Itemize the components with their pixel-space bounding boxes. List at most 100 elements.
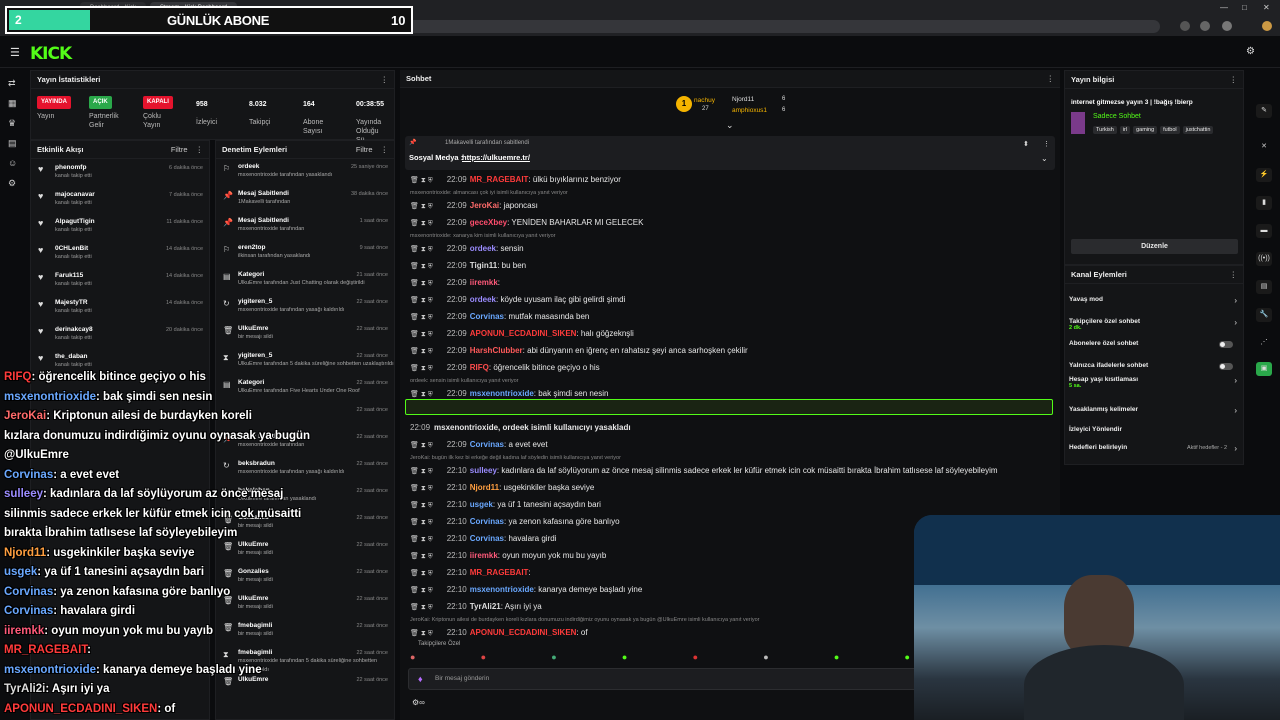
mod-tools-icon[interactable]: 🗑 ⧗ ⛨ xyxy=(410,553,433,560)
edit-icon[interactable]: ✎ xyxy=(1256,104,1272,118)
chat-username[interactable]: msxenontrioxide xyxy=(470,585,534,594)
chat-username[interactable]: JeroKai xyxy=(470,201,499,210)
top-gifter-name[interactable]: amphioxus1 xyxy=(732,107,767,114)
chat-username[interactable]: MR_RAGEBAIT xyxy=(470,568,529,577)
emote-icon[interactable]: ● xyxy=(834,652,839,664)
channel-action-item[interactable]: Yavaş mod xyxy=(1069,296,1103,303)
filter-button[interactable]: Filtre xyxy=(356,145,373,154)
chat-username[interactable]: Corvinas xyxy=(470,312,504,321)
chat-username[interactable]: Corvinas xyxy=(470,517,504,526)
more-icon[interactable]: ⋮ xyxy=(381,145,389,154)
tag[interactable]: justchattin xyxy=(1182,126,1214,134)
edit-button[interactable]: Düzenle xyxy=(1071,239,1238,254)
mod-tools-icon[interactable]: 🗑 ⧗ ⛨ xyxy=(410,331,433,338)
top-gifter-name[interactable]: Njord11 xyxy=(732,96,754,103)
emote-icon[interactable]: ● xyxy=(481,652,486,664)
mod-tools-icon[interactable]: 🗑 ⧗ ⛨ xyxy=(410,536,433,543)
mod-tools-icon[interactable]: 🗑 ⧗ ⛨ xyxy=(410,442,433,449)
mod-tools-icon[interactable]: 🗑 ⧗ ⛨ xyxy=(410,177,433,184)
layout-icon[interactable]: ▤ xyxy=(1256,280,1272,294)
broadcast-icon[interactable]: ((•)) xyxy=(1256,252,1272,266)
chevron-right-icon[interactable]: › xyxy=(1234,444,1237,453)
dashboard-icon[interactable]: ▦ xyxy=(8,98,17,109)
chat-icon[interactable]: ▬ xyxy=(1256,224,1272,238)
chat-username[interactable]: ordeek xyxy=(470,244,496,253)
maximize-icon[interactable]: □ xyxy=(1242,3,1247,12)
emote-icon[interactable]: ● xyxy=(551,652,556,664)
more-icon[interactable]: ⋮ xyxy=(381,75,389,84)
chat-username[interactable]: RIFQ xyxy=(470,363,489,372)
chat-username[interactable]: usgek xyxy=(470,500,493,509)
channel-action-item[interactable]: Yasaklanmış kelimeler xyxy=(1069,406,1138,413)
filter-button[interactable]: Filtre xyxy=(171,145,188,154)
chat-username[interactable]: APONUN_ECDADINI_SIKEN xyxy=(470,329,577,338)
toggle-switch[interactable] xyxy=(1219,341,1233,348)
settings-icon[interactable]: ⚙∞ xyxy=(412,698,425,707)
mod-tools-icon[interactable]: 🗑 ⧗ ⛨ xyxy=(410,280,433,287)
mod-tools-icon[interactable]: 🗑 ⧗ ⛨ xyxy=(410,220,433,227)
chat-username[interactable]: sulleey xyxy=(470,466,497,475)
chevron-down-icon[interactable]: ⌄ xyxy=(1041,154,1048,163)
mod-tools-icon[interactable]: 🗑 ⧗ ⛨ xyxy=(410,263,433,270)
follower-name[interactable]: the_daban xyxy=(55,352,209,361)
mod-tools-icon[interactable]: 🗑 ⧗ ⛨ xyxy=(410,203,433,210)
chevron-right-icon[interactable]: › xyxy=(1234,406,1237,415)
close-icon[interactable]: ✕ xyxy=(1263,3,1270,12)
mod-tools-icon[interactable]: 🗑 ⧗ ⛨ xyxy=(410,391,433,398)
minimize-icon[interactable]: — xyxy=(1220,3,1228,12)
kick-logo[interactable]: KICK xyxy=(30,44,72,64)
mod-tools-icon[interactable]: 🗑 ⧗ ⛨ xyxy=(410,297,433,304)
notifications-icon[interactable]: ⚙ xyxy=(1246,46,1255,57)
chat-input[interactable]: Bir mesaj gönderin xyxy=(408,668,918,690)
community-icon[interactable]: ☺ xyxy=(8,158,17,168)
chat-username[interactable]: Corvinas xyxy=(470,534,504,543)
chat-username[interactable]: Tigin11 xyxy=(470,261,497,270)
more-icon[interactable]: ⋮ xyxy=(1043,140,1050,148)
mod-tools-icon[interactable]: 🗑 ⧗ ⛨ xyxy=(410,630,433,637)
chat-username[interactable]: APONUN_ECDADINI_SIKEN xyxy=(470,628,577,637)
pin-icon[interactable]: ⬍ xyxy=(1023,140,1029,148)
emote-icon[interactable]: ● xyxy=(622,652,627,664)
mod-tools-icon[interactable]: 🗑 ⧗ ⛨ xyxy=(410,365,433,372)
chat-username[interactable]: ordeek xyxy=(470,295,496,304)
emote-icon[interactable]: ● xyxy=(763,652,768,664)
chat-username[interactable]: msxenontrioxide xyxy=(470,389,534,398)
chevron-down-icon[interactable]: ⌄ xyxy=(726,120,734,131)
chat-username[interactable]: TyrAli21 xyxy=(470,602,501,611)
chat-username[interactable]: iiremkk xyxy=(470,551,498,560)
more-icon[interactable]: ⋮ xyxy=(1230,270,1238,279)
lightning-icon[interactable]: ⚡ xyxy=(1256,168,1272,182)
app-icon[interactable]: ▣ xyxy=(1256,362,1272,376)
close-icon[interactable]: ✕ xyxy=(1256,140,1272,154)
mod-tools-icon[interactable]: 🗑 ⧗ ⛨ xyxy=(410,604,433,611)
trophy-icon[interactable]: ♛ xyxy=(8,118,16,129)
mod-tools-icon[interactable]: 🗑 ⧗ ⛨ xyxy=(410,587,433,594)
extension-icon[interactable] xyxy=(1200,21,1210,31)
chevron-right-icon[interactable]: › xyxy=(1234,296,1237,305)
toggle-switch[interactable] xyxy=(1219,363,1233,370)
chevron-right-icon[interactable]: › xyxy=(1234,318,1237,327)
channel-action-item[interactable]: Hesap yaşı kısıtlaması 5 sa. xyxy=(1069,376,1138,389)
chat-username[interactable]: Njord11 xyxy=(470,483,499,492)
mod-tools-icon[interactable]: 🗑 ⧗ ⛨ xyxy=(410,468,433,475)
settings-icon[interactable]: ⚙ xyxy=(8,178,16,189)
tag[interactable]: futbol xyxy=(1160,126,1180,134)
chat-username[interactable]: HarshClubber xyxy=(470,346,523,355)
channel-action-item[interactable]: Takipçilere özel sohbet 2 dk. xyxy=(1069,318,1140,331)
mic-icon[interactable]: ♦ xyxy=(418,674,423,684)
chat-username[interactable]: geceXbey xyxy=(470,218,507,227)
channel-action-item[interactable]: İzleyici Yönlendir xyxy=(1069,426,1122,433)
chat-username[interactable]: iiremkk xyxy=(470,278,498,287)
extension-icon[interactable] xyxy=(1262,21,1272,31)
mod-tools-icon[interactable]: 🗑 ⧗ ⛨ xyxy=(410,485,433,492)
channel-action-item[interactable]: Yalnızca ifadelerle sohbet xyxy=(1069,362,1148,369)
clip-icon[interactable]: ▮ xyxy=(1256,196,1272,210)
mod-tools-icon[interactable]: 🗑 ⧗ ⛨ xyxy=(410,519,433,526)
category-label[interactable]: Sadece Sohbet xyxy=(1093,113,1141,120)
more-icon[interactable]: ⋮ xyxy=(1230,75,1238,84)
share-icon[interactable]: ⋰ xyxy=(1256,336,1272,350)
mod-tools-icon[interactable]: 🗑 ⧗ ⛨ xyxy=(410,502,433,509)
chat-username[interactable]: Corvinas xyxy=(470,440,504,449)
mod-tools-icon[interactable]: 🗑 ⧗ ⛨ xyxy=(410,348,433,355)
channel-action-item[interactable]: Hedefleri belirleyin xyxy=(1069,444,1127,451)
